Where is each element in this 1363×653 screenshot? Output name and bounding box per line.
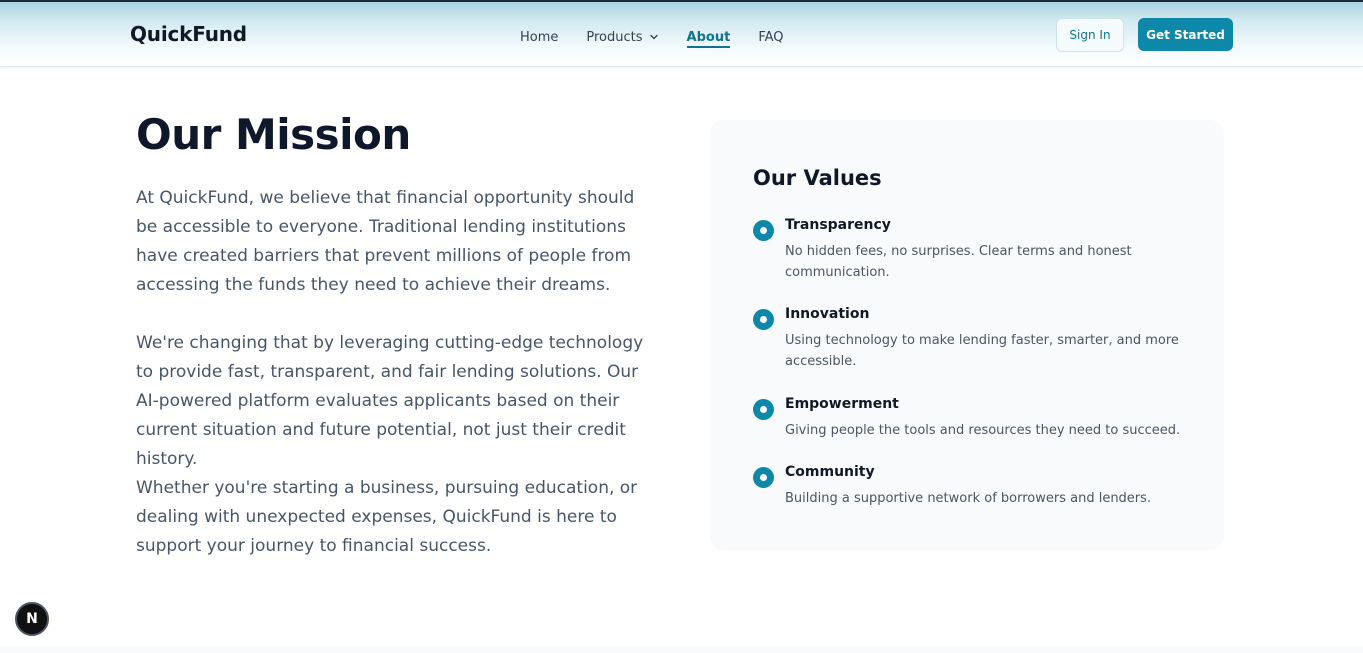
mission-paragraph-1: At QuickFund, we believe that financial … — [136, 188, 635, 295]
nav-home[interactable]: Home — [520, 30, 558, 45]
value-title: Transparency — [785, 217, 891, 233]
circle-dot-icon — [753, 220, 774, 241]
get-started-button[interactable]: Get Started — [1138, 18, 1233, 51]
value-title: Innovation — [785, 306, 870, 322]
nav-about[interactable]: About — [686, 30, 731, 48]
values-title: Our Values — [753, 166, 882, 190]
chevron-down-icon — [649, 34, 658, 40]
dev-tools-badge[interactable]: N — [15, 602, 49, 636]
section-divider — [0, 646, 1363, 653]
circle-dot-icon — [753, 399, 774, 420]
value-description: No hidden fees, no surprises. Clear term… — [785, 244, 1132, 280]
value-title: Community — [785, 464, 875, 480]
mission-paragraph-2: We're changing that by leveraging cuttin… — [136, 333, 644, 469]
values-card: Our Values Transparency No hidden fees, … — [710, 120, 1224, 550]
mission-paragraph-3: Whether you're starting a business, purs… — [136, 478, 638, 556]
main-nav: Home Products About FAQ — [520, 27, 812, 48]
value-description: Building a supportive network of borrowe… — [785, 491, 1152, 506]
nav-products[interactable]: Products — [586, 30, 658, 45]
circle-dot-icon — [753, 309, 774, 330]
value-description: Giving people the tools and resources th… — [785, 423, 1181, 438]
circle-dot-icon — [753, 467, 774, 488]
nav-faq[interactable]: FAQ — [758, 30, 783, 45]
site-header: QuickFund Home Products About FAQ Sign I… — [0, 0, 1363, 67]
nav-products-label: Products — [586, 29, 643, 45]
value-description: Using technology to make lending faster,… — [785, 333, 1179, 369]
value-title: Empowerment — [785, 396, 899, 412]
sign-in-button[interactable]: Sign In — [1056, 18, 1124, 52]
mission-title: Our Mission — [136, 110, 411, 159]
logo[interactable]: QuickFund — [130, 22, 247, 46]
